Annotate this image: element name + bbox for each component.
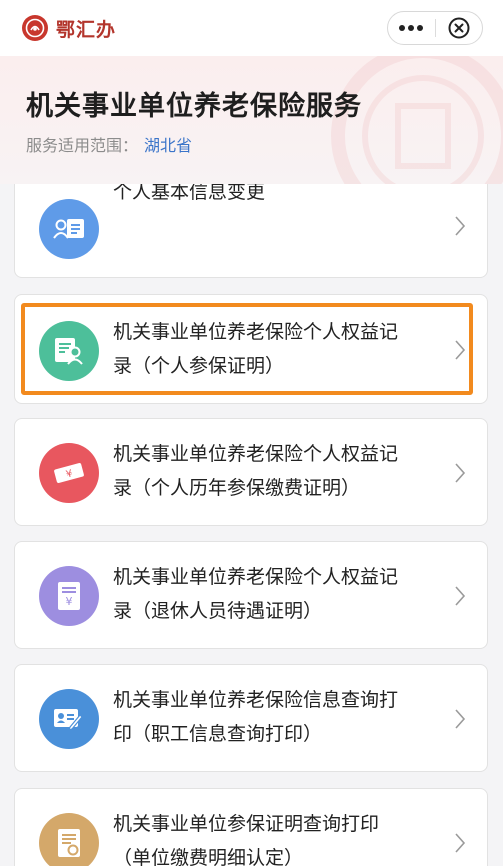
- chevron-right-icon: [455, 340, 466, 360]
- service-card-personal-info-change[interactable]: 个人基本信息变更: [14, 184, 488, 278]
- service-card-unit-payment-details[interactable]: 机关事业单位参保证明查询打印 （单位缴费明细认定）: [14, 788, 488, 866]
- service-title: 机关事业单位参保证明查询打印 （单位缴费明细认定）: [113, 813, 380, 866]
- top-navbar: 鄂汇办: [0, 0, 503, 56]
- service-card-annual-payment-certificate[interactable]: ¥ 机关事业单位养老保险个人权益记 录（个人历年参保缴费证明）: [14, 418, 488, 526]
- service-card-retiree-benefit-certificate[interactable]: ¥ 机关事业单位养老保险个人权益记 录（退休人员待遇证明）: [14, 541, 488, 649]
- chevron-right-icon: [455, 463, 466, 483]
- service-card-personal-insurance-certificate[interactable]: 机关事业单位养老保险个人权益记 录（个人参保证明）: [14, 294, 488, 404]
- stamped-document-icon: [39, 813, 99, 866]
- chevron-right-icon: [455, 709, 466, 729]
- page-title: 机关事业单位养老保险服务: [26, 91, 362, 122]
- service-title: 机关事业单位养老保险个人权益记 录（个人参保证明）: [113, 321, 399, 377]
- app-logo-icon: [22, 15, 48, 41]
- certificate-person-icon: [39, 321, 99, 381]
- service-title: 机关事业单位养老保险个人权益记 录（个人历年参保缴费证明）: [113, 443, 399, 499]
- app-name: 鄂汇办: [56, 18, 117, 41]
- person-id-card-icon: [39, 199, 99, 259]
- service-title: 机关事业单位养老保险信息查询打 印（职工信息查询打印）: [113, 689, 399, 745]
- close-button[interactable]: [436, 12, 483, 44]
- service-header: 机关事业单位养老保险服务 服务适用范围： 湖北省: [0, 56, 503, 184]
- close-circle-icon: [448, 17, 470, 39]
- service-title: 机关事业单位养老保险个人权益记 录（退休人员待遇证明）: [113, 566, 399, 622]
- yuan-document-icon: ¥: [39, 566, 99, 626]
- service-title: 个人基本信息变更: [113, 184, 266, 203]
- service-scope: 服务适用范围： 湖北省: [26, 132, 192, 156]
- chevron-right-icon: [455, 586, 466, 606]
- chevron-right-icon: [455, 833, 466, 853]
- service-list: 个人基本信息变更 机关事业单位养老保险个人权益记 录（个人参保证明） ¥ 机关事…: [0, 184, 503, 866]
- money-bill-icon: ¥: [39, 443, 99, 503]
- service-card-employee-info-print[interactable]: 机关事业单位养老保险信息查询打 印（职工信息查询打印）: [14, 664, 488, 772]
- more-dots-icon: [399, 25, 424, 31]
- scope-value-link[interactable]: 湖北省: [144, 136, 192, 155]
- scope-label: 服务适用范围：: [26, 136, 139, 155]
- chevron-right-icon: [455, 216, 466, 236]
- more-button[interactable]: [388, 12, 435, 44]
- miniprogram-capsule: [387, 11, 483, 45]
- brand: 鄂汇办: [22, 15, 116, 42]
- svg-text:¥: ¥: [66, 595, 73, 608]
- id-card-pen-icon: [39, 689, 99, 749]
